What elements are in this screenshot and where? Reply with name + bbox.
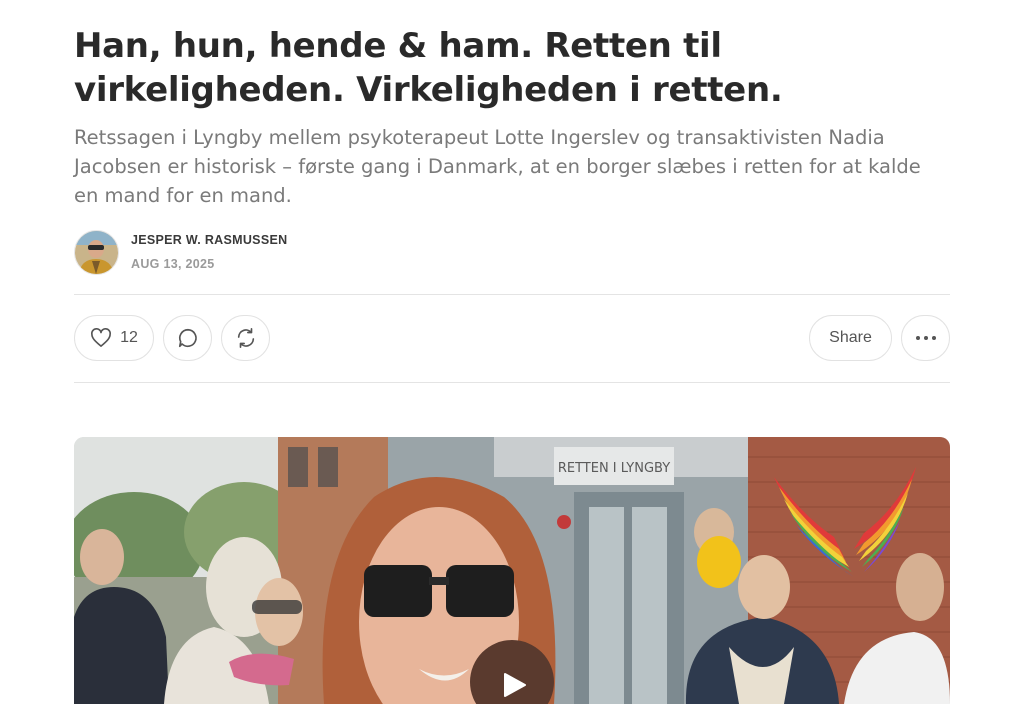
article-subtitle: Retssagen i Lyngby mellem psykoterapeut … [74,126,921,207]
author-name[interactable]: JESPER W. RASMUSSEN [131,233,287,247]
restack-button[interactable] [221,315,270,361]
publish-date: AUG 13, 2025 [131,257,215,271]
article-title: Han, hun, hende & ham. Retten til virkel… [74,26,783,110]
author-avatar[interactable] [74,230,119,275]
restack-icon [235,327,257,349]
divider-bottom [74,382,950,383]
like-button[interactable]: 12 [74,315,154,361]
play-icon [503,672,527,698]
byline: JESPER W. RASMUSSEN AUG 13, 2025 [74,230,474,275]
more-options-button[interactable] [901,315,950,361]
heart-icon [90,328,112,348]
like-count: 12 [120,329,138,346]
more-icon [915,335,937,341]
video-embed[interactable]: RETTEN I LYNGBY [74,437,950,704]
share-label: Share [829,329,872,346]
divider-top [74,294,950,295]
comment-icon [177,327,199,349]
comment-button[interactable] [163,315,212,361]
share-button[interactable]: Share [809,315,892,361]
court-sign: RETTEN I LYNGBY [558,461,670,476]
